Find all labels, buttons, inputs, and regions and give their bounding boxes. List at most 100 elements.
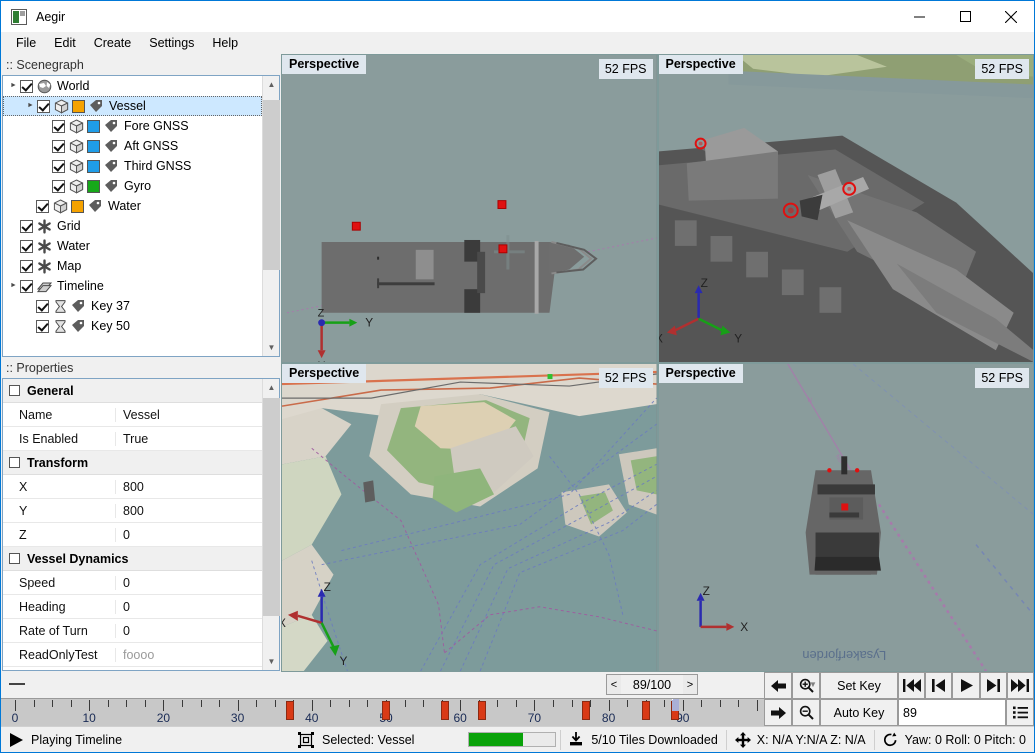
set-key-button[interactable]: Set Key: [820, 672, 898, 699]
tree-item-water[interactable]: ►Water: [3, 236, 262, 256]
tree-item-checkbox[interactable]: [52, 160, 65, 173]
color-swatch[interactable]: [71, 200, 84, 213]
timeline-keyframe-marker[interactable]: [478, 701, 486, 720]
property-row[interactable]: X800: [3, 475, 262, 499]
viewport-canvas[interactable]: Oslo Fjord-Inglet Nordre Børuta: [282, 55, 657, 362]
scrollbar-thumb[interactable]: [263, 100, 280, 270]
color-swatch[interactable]: [87, 120, 100, 133]
property-group-general[interactable]: General: [3, 379, 262, 403]
property-row[interactable]: NameVessel: [3, 403, 262, 427]
tree-item-checkbox[interactable]: [37, 100, 50, 113]
property-value[interactable]: 800: [115, 504, 262, 518]
timeline-keyframe-marker[interactable]: [441, 701, 449, 720]
viewport-bottom-right[interactable]: N Nordre: [658, 363, 1035, 672]
timeline-range-box[interactable]: < 89/100 >: [606, 674, 698, 695]
property-group-transform[interactable]: Transform: [3, 451, 262, 475]
property-value[interactable]: 800: [115, 480, 262, 494]
tree-item-world[interactable]: ►World: [3, 76, 262, 96]
viewport-canvas[interactable]: Z X Y: [282, 364, 657, 671]
expand-arrow-icon[interactable]: ►: [23, 296, 36, 316]
property-value[interactable]: 0: [115, 528, 262, 542]
property-value[interactable]: Vessel: [115, 408, 262, 422]
viewport-canvas[interactable]: N Nordre: [659, 364, 1034, 671]
tree-item-fore-gnss[interactable]: ►Fore GNSS: [3, 116, 262, 136]
scroll-up-icon[interactable]: ▲: [263, 379, 280, 396]
tree-item-checkbox[interactable]: [52, 180, 65, 193]
tree-item-checkbox[interactable]: [20, 280, 33, 293]
expand-arrow-icon[interactable]: ►: [7, 256, 20, 276]
viewport-canvas[interactable]: Z X Y: [659, 55, 1034, 362]
tree-item-vessel[interactable]: ►Vessel: [3, 96, 262, 116]
tree-item-checkbox[interactable]: [20, 220, 33, 233]
property-row[interactable]: Heading0: [3, 595, 262, 619]
next-frame-button[interactable]: [980, 672, 1007, 699]
tree-item-key-50[interactable]: ►Key 50: [3, 316, 262, 336]
group-collapse-box[interactable]: [9, 385, 20, 396]
timeline-keyframe-marker[interactable]: [382, 701, 390, 720]
tree-item-grid[interactable]: ►Grid: [3, 216, 262, 236]
timeline-playhead[interactable]: [672, 699, 679, 711]
maximize-button[interactable]: [942, 1, 988, 32]
group-collapse-box[interactable]: [9, 553, 20, 564]
timeline-keyframe-marker[interactable]: [582, 701, 590, 720]
step-forward-button[interactable]: [764, 699, 792, 726]
tree-item-checkbox[interactable]: [36, 300, 49, 313]
frame-input[interactable]: 89: [898, 699, 1006, 726]
expand-arrow-icon[interactable]: ►: [39, 176, 52, 196]
expand-arrow-icon[interactable]: ►: [7, 216, 20, 236]
tree-item-water[interactable]: ►Water: [3, 196, 262, 216]
timeline-keyframe-marker[interactable]: [286, 701, 294, 720]
menu-item-file[interactable]: File: [7, 34, 45, 52]
property-value[interactable]: 0: [115, 600, 262, 614]
key-list-button[interactable]: [1006, 699, 1034, 726]
last-frame-button[interactable]: [1007, 672, 1034, 699]
tree-item-checkbox[interactable]: [52, 140, 65, 153]
prev-frame-button[interactable]: [925, 672, 952, 699]
menu-item-edit[interactable]: Edit: [45, 34, 85, 52]
timeline-ruler[interactable]: 0102030405060708090: [1, 698, 764, 726]
minimize-button[interactable]: [896, 1, 942, 32]
close-button[interactable]: [988, 1, 1034, 32]
color-swatch[interactable]: [72, 100, 85, 113]
range-value[interactable]: 89/100: [621, 678, 683, 692]
viewport-bottom-left[interactable]: Z X Y Perspective 52 FPS: [281, 363, 658, 672]
tree-item-third-gnss[interactable]: ►Third GNSS: [3, 156, 262, 176]
tree-item-checkbox[interactable]: [20, 80, 33, 93]
tree-item-checkbox[interactable]: [36, 320, 49, 333]
properties-list[interactable]: GeneralNameVesselIs EnabledTrueTransform…: [3, 379, 262, 670]
expand-arrow-icon[interactable]: ►: [7, 76, 20, 96]
property-group-vessel-dynamics[interactable]: Vessel Dynamics: [3, 547, 262, 571]
menu-item-settings[interactable]: Settings: [140, 34, 203, 52]
step-back-button[interactable]: [764, 672, 792, 699]
group-collapse-box[interactable]: [9, 457, 20, 468]
scenegraph-scrollbar[interactable]: ▲ ▼: [262, 76, 279, 356]
tree-item-aft-gnss[interactable]: ►Aft GNSS: [3, 136, 262, 156]
viewport-top-right[interactable]: Z X Y Perspective 52 FPS: [658, 54, 1035, 363]
play-button[interactable]: [952, 672, 979, 699]
expand-arrow-icon[interactable]: ►: [39, 136, 52, 156]
tree-item-checkbox[interactable]: [52, 120, 65, 133]
expand-arrow-icon[interactable]: ►: [24, 96, 37, 116]
property-row[interactable]: Speed0: [3, 571, 262, 595]
expand-arrow-icon[interactable]: ►: [39, 156, 52, 176]
tree-item-key-37[interactable]: ►Key 37: [3, 296, 262, 316]
expand-arrow-icon[interactable]: ►: [39, 116, 52, 136]
properties-scrollbar[interactable]: ▲ ▼: [262, 379, 279, 670]
property-row[interactable]: SimulationModeReplay: [3, 667, 262, 670]
scroll-down-icon[interactable]: ▼: [263, 339, 280, 356]
color-swatch[interactable]: [87, 140, 100, 153]
scroll-up-icon[interactable]: ▲: [263, 76, 280, 93]
color-swatch[interactable]: [87, 180, 100, 193]
range-prev-button[interactable]: <: [607, 675, 621, 694]
scroll-down-icon[interactable]: ▼: [263, 653, 280, 670]
property-row[interactable]: Is EnabledTrue: [3, 427, 262, 451]
property-value[interactable]: 0: [115, 624, 262, 638]
property-value[interactable]: foooo: [115, 648, 262, 662]
tree-item-checkbox[interactable]: [20, 260, 33, 273]
property-value[interactable]: True: [115, 432, 262, 446]
property-value[interactable]: 0: [115, 576, 262, 590]
property-row[interactable]: Rate of Turn0: [3, 619, 262, 643]
chevron-down-icon[interactable]: ▼: [809, 680, 817, 689]
scrollbar-thumb[interactable]: [263, 398, 280, 616]
zoom-out-button[interactable]: [792, 699, 820, 726]
